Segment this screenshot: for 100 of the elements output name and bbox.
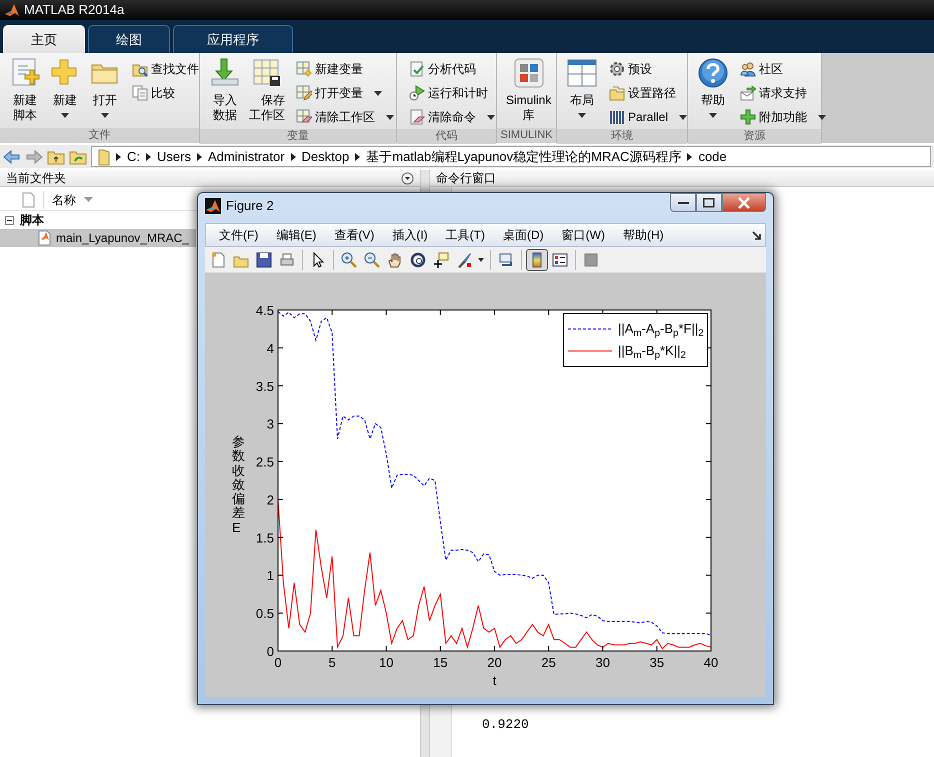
ribbon-button[interactable]: 帮助 bbox=[694, 57, 732, 118]
tick-label: 4.5 bbox=[256, 303, 274, 318]
ribbon-button[interactable]: 清除工作区 bbox=[294, 105, 396, 129]
triangle-icon bbox=[355, 152, 360, 160]
tick-label: 2.5 bbox=[256, 454, 274, 470]
path-segment[interactable]: 基于matlab编程Lyapunov稳定性理论的MRAC源码程序 bbox=[366, 146, 682, 166]
maximize-button[interactable] bbox=[696, 193, 722, 212]
maximize-icon bbox=[703, 198, 715, 208]
minimize-icon bbox=[678, 202, 688, 204]
settings-icon bbox=[609, 61, 625, 77]
envelope-arrow-icon bbox=[740, 85, 756, 101]
group-label: 代码 bbox=[397, 129, 496, 144]
legend-swatch bbox=[568, 348, 612, 354]
linked-plots-icon bbox=[498, 252, 514, 268]
tick-label: 10 bbox=[379, 655, 394, 670]
undock-arrow-icon bbox=[752, 230, 761, 240]
people-icon bbox=[740, 61, 756, 77]
triangle-icon bbox=[116, 152, 121, 160]
triangle-icon bbox=[290, 152, 296, 160]
tick-label: 0 bbox=[274, 655, 282, 670]
file-row[interactable]: main_Lyapunov_MRAC_ bbox=[0, 229, 196, 247]
ribbon-button[interactable]: Simulink库 bbox=[503, 57, 554, 123]
ribbon-button[interactable]: 设置路径 bbox=[607, 81, 690, 105]
column-title[interactable]: 名称 bbox=[43, 190, 76, 208]
tick-label: 3 bbox=[266, 416, 274, 432]
ribbon-button[interactable]: Parallel bbox=[607, 105, 690, 129]
square-icon bbox=[583, 252, 599, 268]
ribbon-button[interactable]: 运行和计时 bbox=[407, 81, 497, 105]
folders-icon bbox=[609, 85, 625, 101]
ribbon-tab[interactable]: 应用程序 bbox=[173, 25, 293, 53]
tick-label: 4 bbox=[266, 340, 274, 356]
ribbon-tab[interactable]: 绘图 bbox=[88, 25, 170, 53]
ribbon-button[interactable]: 打开 bbox=[86, 57, 124, 118]
tick-label: 3.5 bbox=[256, 378, 274, 394]
tick-label: 1.5 bbox=[256, 530, 274, 546]
logo-icon bbox=[205, 198, 221, 214]
axis-label: t bbox=[492, 673, 496, 688]
ribbon-button[interactable]: 附加功能 bbox=[738, 105, 828, 129]
colorbar-button[interactable] bbox=[526, 248, 548, 270]
grid-pencil-icon bbox=[296, 85, 312, 101]
path-field[interactable]: C: Users Administrator Desktop 基于matlab编程Lyapunov稳定性理论的MRAC源码程序 code bbox=[91, 146, 931, 167]
close-icon bbox=[738, 196, 750, 208]
caret-icon bbox=[478, 258, 484, 262]
back-arrow-icon bbox=[3, 148, 21, 164]
rotate-icon bbox=[410, 252, 426, 268]
menu-item[interactable]: 文件(F) bbox=[210, 226, 268, 244]
ribbon-button[interactable]: 保存工作区 bbox=[246, 57, 288, 123]
path-segment[interactable]: code bbox=[698, 146, 727, 166]
ribbon-button[interactable]: 打开变量 bbox=[294, 81, 396, 105]
path-segment[interactable]: Administrator bbox=[208, 146, 285, 166]
menu-item[interactable]: 插入(I) bbox=[383, 226, 437, 244]
close-button[interactable] bbox=[722, 193, 766, 212]
tree-folder-label[interactable]: 脚本 bbox=[20, 211, 44, 229]
page-check-icon bbox=[409, 61, 425, 77]
menu-item[interactable]: 窗口(W) bbox=[552, 226, 614, 244]
ribbon-button[interactable]: 布局 bbox=[563, 57, 601, 118]
minimize-button[interactable] bbox=[670, 193, 696, 212]
grid-disk-icon bbox=[251, 57, 283, 89]
ribbon-button[interactable]: 社区 bbox=[738, 57, 828, 81]
group-label: 变量 bbox=[200, 129, 396, 144]
ribbon-button[interactable]: 新建 bbox=[46, 57, 84, 118]
ribbon-button[interactable]: 请求支持 bbox=[738, 81, 828, 105]
tick-label: 25 bbox=[541, 655, 556, 670]
tick-label: 2 bbox=[266, 492, 274, 508]
menu-item[interactable]: 工具(T) bbox=[436, 226, 494, 244]
group-label: 文件 bbox=[0, 128, 199, 143]
tick-label: 0 bbox=[266, 644, 274, 659]
ribbon-tab[interactable]: 主页 bbox=[3, 25, 85, 53]
triangle-icon bbox=[196, 152, 202, 160]
logo-icon bbox=[4, 2, 20, 18]
menu-item[interactable]: 帮助(H) bbox=[614, 226, 673, 244]
menu-item[interactable]: 编辑(E) bbox=[267, 226, 326, 244]
dropdown-circle-icon bbox=[401, 172, 414, 184]
panel-title: 命令行窗口 bbox=[436, 170, 496, 187]
legend-icon bbox=[552, 252, 568, 268]
group-label: 环境 bbox=[557, 129, 687, 144]
ribbon-button[interactable]: 导入数据 bbox=[206, 57, 244, 123]
menu-item[interactable]: 桌面(D) bbox=[494, 226, 553, 244]
path-segment[interactable]: Users bbox=[157, 146, 191, 166]
tick-label: 40 bbox=[704, 655, 718, 670]
path-segment[interactable]: Desktop bbox=[302, 146, 350, 166]
menu-item[interactable]: 查看(V) bbox=[325, 226, 384, 244]
window-title: MATLAB R2014a bbox=[24, 1, 124, 20]
play-clock-icon bbox=[409, 85, 425, 101]
ribbon-button[interactable]: 新建脚本 bbox=[6, 57, 44, 123]
triangle-icon bbox=[687, 152, 692, 160]
ribbon-button[interactable]: 分析代码 bbox=[407, 57, 497, 81]
tick-label: 30 bbox=[596, 655, 610, 670]
pages-icon bbox=[132, 85, 148, 101]
script-file-icon bbox=[38, 230, 51, 246]
ribbon-button[interactable]: 新建变量 bbox=[294, 57, 396, 81]
tick-label: 15 bbox=[433, 655, 448, 670]
grid-eraser-icon bbox=[296, 109, 312, 125]
forward-arrow-icon bbox=[25, 148, 43, 164]
legend-swatch bbox=[568, 326, 612, 332]
tick-label: 5 bbox=[328, 655, 336, 670]
axis-label: 参数收敛偏差E bbox=[232, 434, 245, 536]
ribbon-button[interactable]: 清除命令 bbox=[407, 105, 497, 129]
data-cursor-icon bbox=[433, 252, 449, 268]
path-segment[interactable]: C: bbox=[127, 146, 140, 166]
